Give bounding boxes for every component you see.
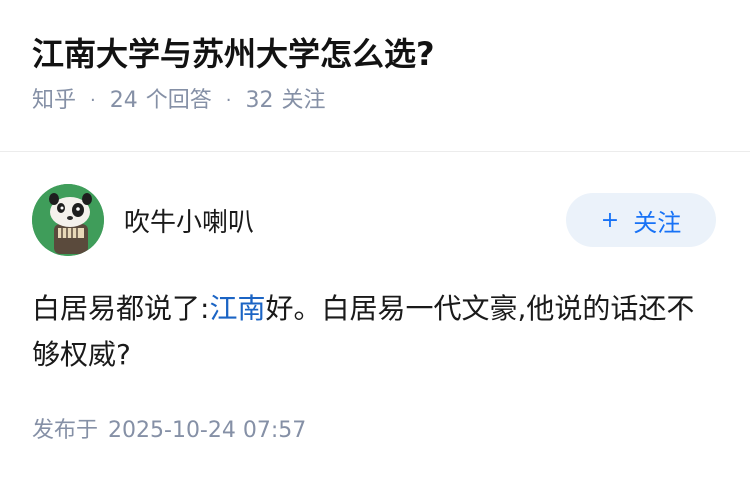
publish-timestamp: 2025-10-24 07:57: [108, 418, 307, 443]
answer-count-label: 个回答: [145, 88, 212, 113]
publish-label: 发布于: [32, 418, 99, 443]
meta-separator: ·: [225, 90, 232, 111]
plus-icon: +: [600, 207, 620, 233]
keyword-link[interactable]: 江南: [209, 292, 265, 325]
follower-count-label: 关注: [281, 88, 326, 113]
source-label[interactable]: 知乎: [32, 86, 76, 116]
follower-count: 32: [245, 88, 274, 113]
author-name[interactable]: 吹牛小喇叭: [124, 202, 566, 239]
question-title[interactable]: 江南大学与苏州大学怎么选?: [32, 32, 718, 76]
follow-label: 关注: [633, 208, 682, 237]
question-header: 江南大学与苏州大学怎么选? 知乎 · 24 个回答 · 32 关注: [0, 0, 750, 118]
publish-time: 发布于 2025-10-24 07:57: [32, 416, 306, 446]
answer-content[interactable]: 白居易都说了:江南好。白居易一代文豪,他说的话还不够权威?: [32, 286, 718, 378]
question-meta: 知乎 · 24 个回答 · 32 关注: [32, 86, 718, 116]
avatar-cartoon-icon: [32, 184, 104, 256]
divider: [0, 151, 750, 152]
answer-count: 24: [109, 88, 138, 113]
answer-text-before: 白居易都说了:: [32, 292, 210, 325]
answer-card: 吹牛小喇叭 + 关注 白居易都说了:江南好。白居易一代文豪,他说的话还不够权威?: [32, 184, 718, 378]
author-row: 吹牛小喇叭 + 关注: [32, 184, 718, 256]
meta-separator: ·: [90, 90, 96, 111]
avatar[interactable]: [32, 184, 104, 256]
follow-author-button[interactable]: + 关注: [566, 193, 716, 247]
